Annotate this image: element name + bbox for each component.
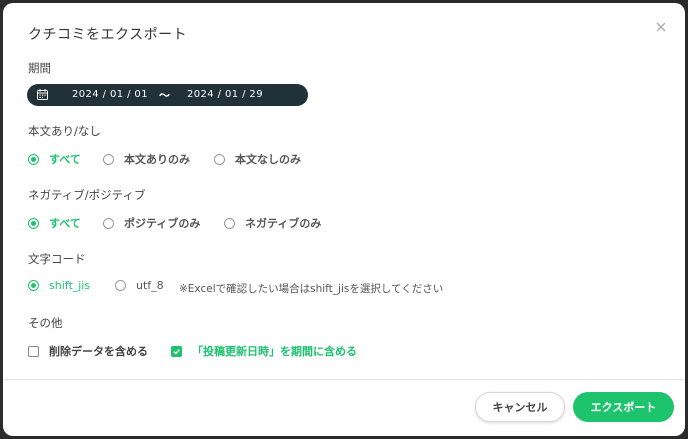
- option-label: 本文ありのみ: [124, 153, 190, 166]
- checkbox-box: [171, 345, 182, 357]
- checkmark-icon: [173, 348, 180, 355]
- include-post-update-checkbox[interactable]: 「投稿更新日時」を期間に含める: [171, 343, 357, 359]
- sentiment-label: ネガティブ/ポジティブ: [28, 188, 146, 202]
- export-button[interactable]: エクスポート: [573, 392, 674, 422]
- radio-indicator: [103, 217, 114, 229]
- radio-indicator: [28, 280, 39, 291]
- footer-divider: [3, 379, 685, 380]
- body-all-radio[interactable]: すべて: [28, 151, 81, 167]
- sentiment-positive-radio[interactable]: ポジティブのみ: [103, 215, 200, 231]
- body-only-without-text-radio[interactable]: 本文なしのみ: [214, 151, 301, 167]
- export-modal: クチコミをエクスポート 期間 2024 / 01 / 01 〜 2024 / 0…: [3, 3, 685, 436]
- encoding-note: ※Excelで確認したい場合はshift_jisを選択してください: [179, 283, 444, 295]
- period-label: 期間: [28, 61, 51, 75]
- calendar-icon: [37, 89, 48, 103]
- include-deleted-checkbox[interactable]: 削除データを含める: [28, 343, 148, 359]
- date-separator: 〜: [159, 89, 170, 102]
- option-label: ポジティブのみ: [124, 217, 201, 230]
- option-label: すべて: [49, 153, 81, 166]
- encoding-shift-jis-radio[interactable]: shift_jis: [28, 279, 90, 292]
- radio-indicator: [115, 280, 126, 291]
- start-date[interactable]: 2024 / 01 / 01: [72, 89, 148, 100]
- radio-indicator: [28, 153, 39, 165]
- option-label: utf_8: [136, 279, 164, 292]
- checkbox-box: [28, 345, 39, 357]
- radio-indicator: [214, 153, 225, 165]
- sentiment-all-radio[interactable]: すべて: [28, 215, 81, 231]
- option-label: すべて: [49, 217, 81, 230]
- radio-indicator: [103, 153, 114, 165]
- encoding-label: 文字コード: [28, 252, 86, 266]
- option-label: shift_jis: [49, 279, 91, 292]
- body-text-label: 本文あり/なし: [28, 124, 101, 138]
- date-range-picker[interactable]: 2024 / 01 / 01 〜 2024 / 01 / 29: [27, 84, 308, 106]
- sentiment-negative-radio[interactable]: ネガティブのみ: [224, 215, 321, 231]
- option-label: ネガティブのみ: [245, 217, 322, 230]
- encoding-utf8-radio[interactable]: utf_8: [115, 279, 164, 292]
- radio-indicator: [28, 217, 39, 229]
- close-icon[interactable]: [655, 21, 667, 33]
- modal-title: クチコミをエクスポート: [28, 27, 188, 43]
- checkbox-label: 削除データを含める: [49, 345, 148, 358]
- end-date[interactable]: 2024 / 01 / 29: [187, 89, 263, 100]
- radio-indicator: [224, 217, 235, 229]
- checkbox-label: 「投稿更新日時」を期間に含める: [192, 345, 357, 358]
- other-label: その他: [28, 316, 63, 330]
- cancel-button[interactable]: キャンセル: [475, 392, 565, 422]
- body-only-with-text-radio[interactable]: 本文ありのみ: [103, 151, 190, 167]
- option-label: 本文なしのみ: [235, 153, 301, 166]
